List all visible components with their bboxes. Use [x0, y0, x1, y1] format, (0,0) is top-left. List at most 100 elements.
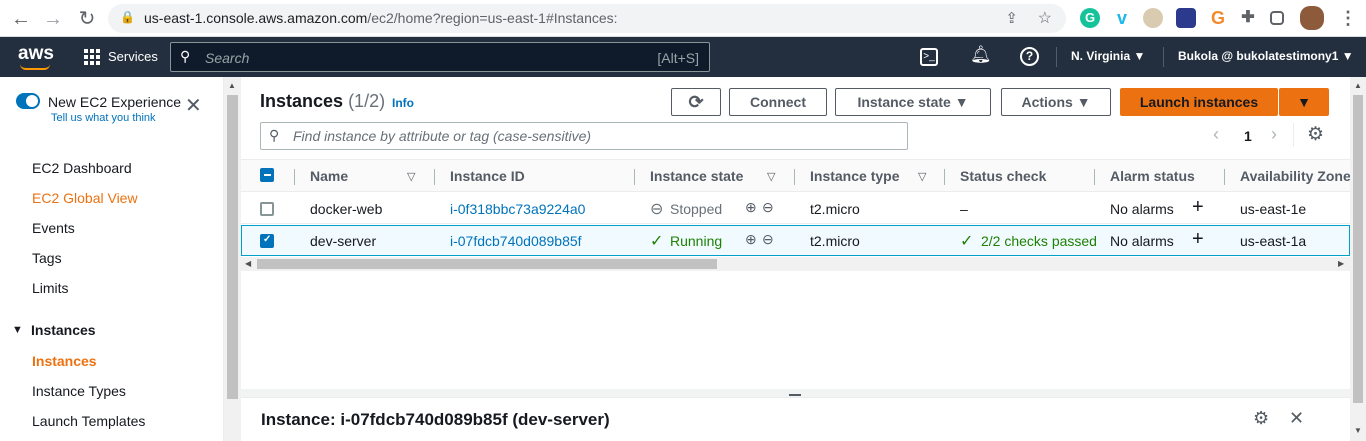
sidebar-item-instances[interactable]: Instances [32, 353, 97, 369]
grammarly-icon[interactable]: G [1080, 8, 1100, 28]
horizontal-scrollbar-thumb[interactable] [257, 259, 717, 269]
back-icon[interactable]: ← [8, 6, 34, 32]
vimeo-icon[interactable]: v [1112, 8, 1132, 28]
column-header-alarm-status[interactable]: Alarm status [1110, 168, 1195, 184]
page-scrollbar-thumb[interactable] [1353, 95, 1363, 403]
address-bar[interactable]: 🔒 us-east-1.console.aws.amazon.com/ec2/h… [108, 4, 1066, 33]
status-check: 2/2 checks passed [981, 233, 1097, 249]
zoom-out-icon[interactable]: ⊖ [762, 199, 774, 216]
column-header-instance-type[interactable]: Instance type [810, 168, 899, 184]
search-icon: ⚲ [269, 127, 280, 143]
sidebar-item-tags[interactable]: Tags [32, 250, 62, 266]
column-header-instance-state[interactable]: Instance state [650, 168, 743, 184]
services-button[interactable]: Services [108, 49, 158, 64]
url-host: us-east-1.console.aws.amazon.com [144, 10, 368, 26]
column-separator [1094, 169, 1095, 185]
sidebar: New EC2 Experience Tell us what you thin… [0, 77, 224, 441]
actions-button[interactable]: Actions ▼ [1001, 88, 1111, 116]
prev-page-icon[interactable]: ‹ [1213, 124, 1219, 145]
availability-zone: us-east-1a [1240, 233, 1307, 249]
select-all-checkbox[interactable] [260, 168, 274, 182]
account-label: Bukola @ bukolatestimony1 [1178, 49, 1339, 63]
close-icon[interactable]: ✕ [1289, 408, 1304, 429]
extensions-puzzle-icon[interactable]: ✚ [1238, 8, 1258, 28]
table-row[interactable]: docker-web i-0f318bbc73a9224a0 ⊖ Stopped… [241, 193, 1350, 224]
aws-logo[interactable]: aws [18, 43, 54, 65]
add-alarm-icon[interactable]: + [1192, 196, 1204, 219]
search-input[interactable]: ⚲ Search [Alt+S] [170, 42, 710, 72]
sort-icon[interactable]: ▽ [767, 170, 775, 183]
sidebar-item-events[interactable]: Events [32, 220, 75, 236]
profile-avatar[interactable] [1300, 6, 1324, 30]
next-page-icon[interactable]: › [1271, 124, 1277, 145]
table-row-selected[interactable]: ✓ dev-server i-07fdcb740d089b85f ✓ Runni… [241, 225, 1350, 256]
sort-icon[interactable]: ▽ [407, 170, 415, 183]
column-separator [1224, 169, 1225, 185]
help-icon[interactable]: ? [1020, 47, 1039, 66]
notifications-bell-icon[interactable]: 🔔︎ [970, 45, 992, 65]
bookmark-star-icon[interactable]: ☆ [1038, 8, 1052, 28]
extension-puzzle-art-icon[interactable] [1176, 8, 1196, 28]
services-grid-icon[interactable] [84, 49, 100, 65]
row-checkbox[interactable] [260, 202, 274, 216]
column-header-status-check[interactable]: Status check [960, 168, 1046, 184]
instance-state-button[interactable]: Instance state ▼ [835, 88, 991, 116]
alarm-status: No alarms [1110, 233, 1174, 249]
info-link[interactable]: Info [392, 96, 414, 110]
zoom-in-icon[interactable]: ⊕ [745, 199, 757, 216]
scroll-up-arrow-icon[interactable]: ▲ [228, 81, 236, 90]
instance-state: Stopped [670, 201, 723, 217]
scroll-right-arrow-icon[interactable]: ▶ [1338, 259, 1344, 268]
new-experience-toggle[interactable] [16, 93, 40, 109]
zoom-in-icon[interactable]: ⊕ [745, 231, 757, 248]
instance-id-link[interactable]: i-0f318bbc73a9224a0 [450, 201, 585, 217]
sidebar-scrollbar-thumb[interactable] [227, 95, 238, 399]
column-separator [944, 169, 945, 185]
settings-gear-icon[interactable]: ⚙ [1253, 408, 1269, 429]
forward-icon[interactable]: → [40, 6, 66, 32]
add-alarm-icon[interactable]: + [1192, 228, 1204, 251]
column-header-name[interactable]: Name [310, 168, 348, 184]
scroll-down-arrow-icon[interactable]: ▼ [1354, 426, 1362, 435]
chrome-menu-icon[interactable]: ⋮ [1338, 8, 1358, 28]
cloudshell-icon[interactable]: >_ [920, 48, 938, 66]
column-header-availability-zone[interactable]: Availability Zone [1240, 168, 1351, 184]
scroll-left-arrow-icon[interactable]: ◀ [245, 259, 251, 268]
settings-gear-icon[interactable]: ⚙ [1307, 123, 1324, 146]
extension-face-icon[interactable] [1143, 8, 1163, 28]
connect-button[interactable]: Connect [729, 88, 827, 116]
lock-icon: 🔒 [120, 10, 135, 24]
share-icon[interactable]: ⇪ [1005, 9, 1018, 27]
column-header-instance-id[interactable]: Instance ID [450, 168, 525, 184]
sidebar-item-ec2-dashboard[interactable]: EC2 Dashboard [32, 160, 132, 176]
sidebar-section-instances[interactable]: Instances [31, 322, 96, 338]
checkmark-icon: ✓ [263, 234, 272, 245]
page-number[interactable]: 1 [1244, 128, 1252, 144]
zoom-out-icon[interactable]: ⊖ [762, 231, 774, 248]
refresh-button[interactable]: ⟳ [671, 88, 721, 116]
side-panel-icon[interactable] [1270, 11, 1284, 25]
sidebar-item-instance-types[interactable]: Instance Types [32, 383, 126, 399]
launch-instances-button[interactable]: Launch instances [1120, 88, 1278, 116]
region-selector[interactable]: N. Virginia ▼ [1071, 49, 1145, 63]
caret-down-icon[interactable]: ▼ [12, 324, 23, 336]
sidebar-scrollbar[interactable]: ▲ [224, 77, 241, 441]
table-horizontal-scrollbar[interactable]: ◀ ▶ [241, 257, 1350, 271]
extension-g-icon[interactable]: G [1208, 8, 1228, 28]
scroll-up-arrow-icon[interactable]: ▲ [1354, 81, 1362, 90]
sort-icon[interactable]: ▽ [918, 170, 926, 183]
sidebar-item-launch-templates[interactable]: Launch Templates [32, 413, 145, 429]
account-menu[interactable]: Bukola @ bukolatestimony1 ▼ [1178, 49, 1354, 63]
page-scrollbar[interactable]: ▲ ▼ [1350, 77, 1366, 441]
reload-icon[interactable]: ↻ [74, 6, 100, 32]
close-icon[interactable]: ✕ [185, 96, 202, 116]
filter-input[interactable]: ⚲ Find instance by attribute or tag (cas… [260, 122, 908, 150]
sidebar-item-limits[interactable]: Limits [32, 280, 69, 296]
feedback-link[interactable]: Tell us what you think [51, 112, 156, 124]
launch-dropdown-button[interactable]: ▼ [1279, 88, 1329, 116]
header-divider [1056, 47, 1057, 67]
row-checkbox[interactable]: ✓ [260, 234, 274, 248]
aws-logo-smile-icon [20, 64, 50, 70]
instance-id-link[interactable]: i-07fdcb740d089b85f [450, 233, 582, 249]
sidebar-item-ec2-global-view[interactable]: EC2 Global View [32, 190, 138, 206]
